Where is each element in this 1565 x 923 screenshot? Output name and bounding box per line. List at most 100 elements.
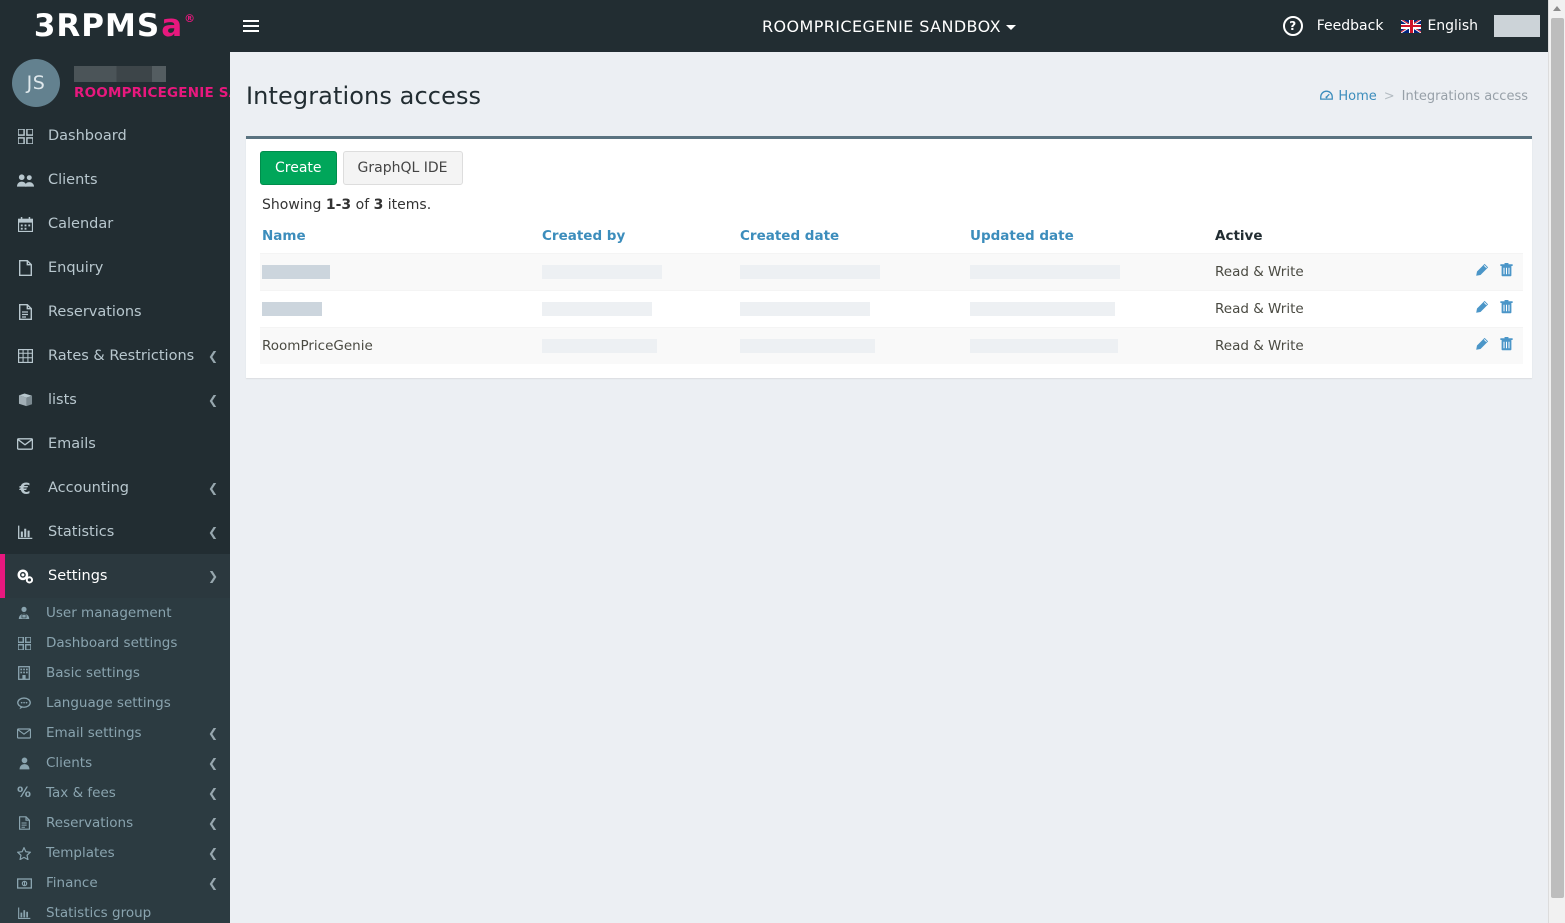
column-header-name[interactable]: Name xyxy=(260,223,540,255)
gears-icon xyxy=(14,568,36,584)
sidebar-subitem-reservations[interactable]: Reservations ❮ xyxy=(0,808,230,838)
top-header: ROOMPRICEGENIE SANDBOX ? Feedback Englis… xyxy=(230,0,1548,52)
table-row[interactable]: Read & Write xyxy=(260,253,1523,291)
sidebar-subitem-label: Statistics group xyxy=(46,905,152,921)
redacted-value xyxy=(970,339,1118,354)
page-scrollbar[interactable] xyxy=(1548,0,1565,923)
page-title: Integrations access xyxy=(246,82,482,111)
sidebar-item-label: Enquiry xyxy=(48,260,104,276)
sidebar-item-dashboard[interactable]: Dashboard xyxy=(0,114,230,158)
sidebar-item-label: Dashboard xyxy=(48,128,127,144)
scrollbar-thumb[interactable] xyxy=(1551,18,1564,898)
sidebar-subitem-tax-fees[interactable]: % Tax & fees ❮ xyxy=(0,778,230,808)
dashboard-icon xyxy=(14,128,36,144)
sidebar-item-settings[interactable]: Settings ❯ User management Dashboard set… xyxy=(0,554,230,923)
trash-icon[interactable] xyxy=(1500,300,1513,318)
sidebar-subitem-dashboard-settings[interactable]: Dashboard settings xyxy=(0,628,230,658)
account-menu-redacted[interactable] xyxy=(1494,15,1540,37)
sidebar-item-label: Statistics xyxy=(48,524,115,540)
cell-created-by xyxy=(540,253,738,291)
column-header-created-date[interactable]: Created date xyxy=(738,223,968,255)
redacted-value xyxy=(970,302,1115,317)
sidebar-subitem-basic-settings[interactable]: Basic settings xyxy=(0,658,230,688)
app-root: 3RPMS a ® JS ROOMPRICEGENIE SANDBOX Dash… xyxy=(0,0,1565,923)
language-selector[interactable]: English xyxy=(1401,18,1478,34)
cell-created-by xyxy=(540,290,738,328)
breadcrumb-current: Integrations access xyxy=(1401,88,1528,104)
sidebar-item-accounting[interactable]: € Accounting ❮ xyxy=(0,466,230,510)
sidebar-item-rates-restrictions[interactable]: Rates & Restrictions ❮ xyxy=(0,334,230,378)
create-button[interactable]: Create xyxy=(260,151,337,186)
document-icon xyxy=(14,816,34,830)
chevron-left-icon: ❮ xyxy=(207,876,218,890)
percent-icon: % xyxy=(16,785,32,801)
sidebar-subitem-templates[interactable]: Templates ❮ xyxy=(0,838,230,868)
brand-mark-icon: a xyxy=(161,8,184,44)
trash-icon[interactable] xyxy=(1500,263,1513,281)
pencil-icon[interactable] xyxy=(1475,337,1489,355)
sidebar-item-clients[interactable]: Clients xyxy=(0,158,230,202)
sidebar-subitem-label: Clients xyxy=(46,755,93,771)
chevron-left-icon: ❮ xyxy=(207,393,218,407)
sidebar-item-lists[interactable]: lists ❮ xyxy=(0,378,230,422)
chevron-left-icon: ❮ xyxy=(207,846,218,860)
sidebar-subitem-label: Finance xyxy=(46,875,98,891)
column-header-active: Active xyxy=(1213,223,1433,255)
file-icon xyxy=(14,260,36,276)
sidebar-item-reservations[interactable]: Reservations xyxy=(0,290,230,334)
header-title-text: ROOMPRICEGENIE SANDBOX xyxy=(762,16,1001,36)
dashboard-home-icon xyxy=(1320,90,1334,100)
redacted-value xyxy=(740,339,875,354)
breadcrumb-home[interactable]: Home xyxy=(1320,88,1377,104)
sidebar-subitem-language-settings[interactable]: Language settings xyxy=(0,688,230,718)
table-row[interactable]: Read & Write xyxy=(260,290,1523,328)
cell-created-date xyxy=(738,253,968,291)
redacted-value xyxy=(262,302,322,317)
graphql-ide-button[interactable]: GraphQL IDE xyxy=(342,151,463,186)
avatar: JS xyxy=(12,59,60,107)
pencil-icon[interactable] xyxy=(1475,300,1489,318)
content-area: Integrations access Home > Integrations … xyxy=(230,52,1548,923)
help-icon[interactable]: ? xyxy=(1282,16,1303,36)
sidebar-subitem-label: Tax & fees xyxy=(46,785,116,801)
avatar-initials: JS xyxy=(26,72,46,94)
sidebar-subitem-label: Language settings xyxy=(46,695,171,711)
sidebar-item-label: lists xyxy=(48,392,77,408)
sidebar-item-calendar[interactable]: Calendar xyxy=(0,202,230,246)
column-header-updated-date[interactable]: Updated date xyxy=(968,223,1213,255)
menu-icon[interactable] xyxy=(230,0,272,52)
cell-created-date xyxy=(738,327,968,365)
sidebar-item-statistics[interactable]: Statistics ❮ xyxy=(0,510,230,554)
lock-user-icon xyxy=(14,606,34,620)
sidebar-subitem-statistics-group[interactable]: Statistics group xyxy=(0,898,230,923)
pencil-icon[interactable] xyxy=(1475,263,1489,281)
sidebar-item-label: Reservations xyxy=(48,304,142,320)
column-header-created-by[interactable]: Created by xyxy=(540,223,738,255)
sidebar-item-enquiry[interactable]: Enquiry xyxy=(0,246,230,290)
sidebar-item-label: Settings xyxy=(48,568,108,584)
user-panel[interactable]: JS ROOMPRICEGENIE SANDBOX xyxy=(0,52,230,114)
chevron-left-icon: ❮ xyxy=(207,816,218,830)
summary-range: 1-3 xyxy=(325,197,352,214)
sidebar-subitem-email-settings[interactable]: Email settings ❮ xyxy=(0,718,230,748)
cell-actions xyxy=(1433,290,1523,328)
sidebar-item-emails[interactable]: Emails xyxy=(0,422,230,466)
book-icon xyxy=(14,393,36,407)
sidebar-subitem-label: Basic settings xyxy=(46,665,140,681)
sidebar-subitem-clients[interactable]: Clients ❮ xyxy=(0,748,230,778)
sidebar-subitem-user-management[interactable]: User management xyxy=(0,598,230,628)
integrations-table: Name Created by Created date Updated dat… xyxy=(260,223,1523,365)
dashboard-icon xyxy=(14,636,34,650)
trash-icon[interactable] xyxy=(1500,337,1513,355)
chevron-left-icon: ❮ xyxy=(207,786,218,800)
table-icon xyxy=(14,349,36,363)
table-row[interactable]: RoomPriceGenie Read & Write xyxy=(260,327,1523,365)
feedback-link[interactable]: Feedback xyxy=(1317,18,1384,34)
user-icon xyxy=(14,757,34,770)
cell-updated-date xyxy=(968,327,1213,365)
scroll-up-arrow-icon[interactable] xyxy=(1549,0,1565,17)
breadcrumb-home-label: Home xyxy=(1338,88,1377,104)
calendar-icon xyxy=(14,216,36,232)
sidebar-subitem-finance[interactable]: Finance ❮ xyxy=(0,868,230,898)
brand-logo[interactable]: 3RPMS a ® xyxy=(0,0,230,52)
